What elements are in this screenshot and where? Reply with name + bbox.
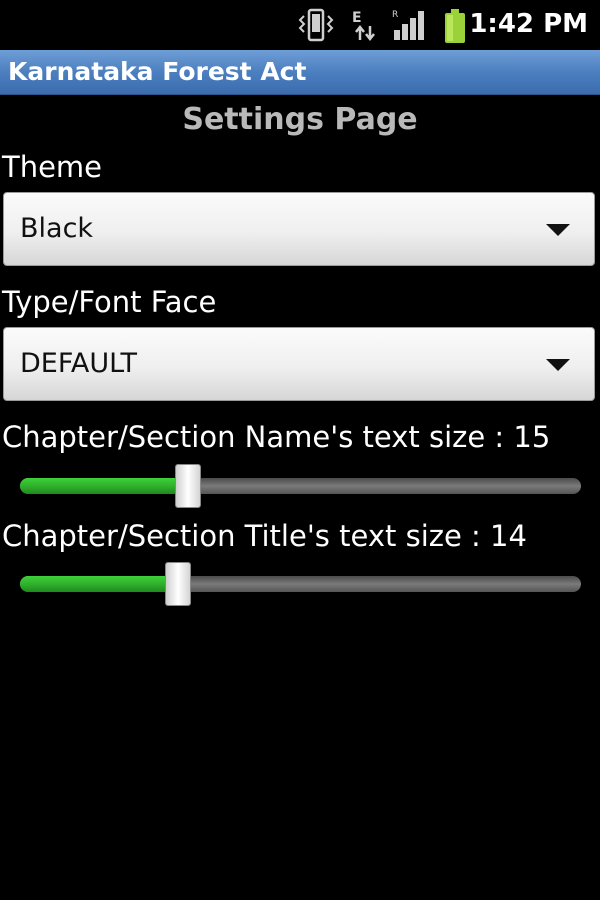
slider-fill xyxy=(20,576,179,592)
font-face-label: Type/Font Face xyxy=(2,285,217,319)
chevron-down-icon xyxy=(546,224,570,236)
name-text-size-label: Chapter/Section Name's text size : 15 xyxy=(2,420,551,454)
vibrate-icon xyxy=(298,8,334,42)
slider-thumb[interactable] xyxy=(165,562,192,606)
theme-label: Theme xyxy=(2,150,103,184)
status-time: 1:42 PM xyxy=(469,9,588,39)
app-title: Karnataka Forest Act xyxy=(8,57,307,86)
roaming-label: R xyxy=(392,10,398,20)
network-type-label: E xyxy=(352,10,362,26)
settings-screen: E R 1:42 PM Karnataka Forest Act Setting… xyxy=(0,0,600,900)
slider-fill xyxy=(20,478,189,494)
chevron-down-icon xyxy=(546,359,570,371)
status-bar: E R 1:42 PM xyxy=(0,0,600,50)
page-title: Settings Page xyxy=(182,102,418,137)
title-text-size-label: Chapter/Section Title's text size : 14 xyxy=(2,519,527,553)
title-bar: Karnataka Forest Act xyxy=(0,50,600,95)
theme-dropdown[interactable]: Black xyxy=(3,192,595,266)
font-face-dropdown[interactable]: DEFAULT xyxy=(3,327,595,401)
data-transfer-icon: E xyxy=(352,10,375,42)
title-text-size-slider[interactable] xyxy=(20,562,581,606)
slider-thumb[interactable] xyxy=(175,464,202,508)
theme-selected-value: Black xyxy=(20,213,94,244)
slider-track xyxy=(20,576,581,592)
font-face-selected-value: DEFAULT xyxy=(20,348,137,379)
signal-icon: R xyxy=(392,10,424,40)
slider-track xyxy=(20,478,581,494)
battery-icon xyxy=(445,9,465,43)
name-text-size-slider[interactable] xyxy=(20,464,581,508)
